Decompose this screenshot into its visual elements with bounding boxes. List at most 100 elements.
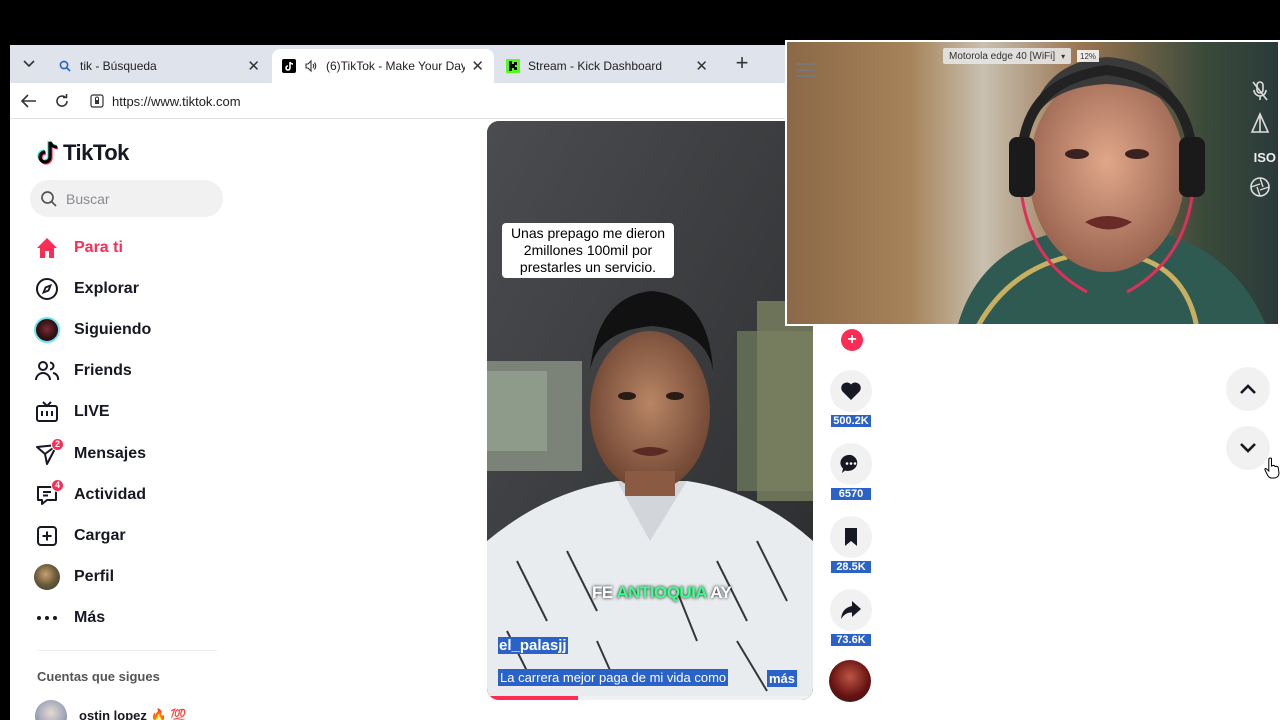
account-name: ostin lopez 🔥 💯 [79, 708, 187, 720]
nav-item-actividad[interactable]: 4 Actividad [32, 474, 151, 515]
progress-fill [487, 696, 579, 700]
kick-icon [506, 59, 520, 73]
speaker-icon[interactable] [304, 59, 318, 73]
tab-title: (6)TikTok - Make Your Day [326, 59, 466, 73]
video-subtitle: FE ANTIOQUIA AY [592, 583, 732, 603]
hand-cursor-icon [1264, 457, 1280, 484]
search-icon [58, 59, 72, 73]
nav-item-live[interactable]: LIVE [32, 392, 151, 433]
sidebar-nav: Para ti Explorar Siguiendo Friends LIVE … [32, 227, 151, 639]
close-tab-icon[interactable]: ✕ [695, 57, 708, 75]
close-tab-icon[interactable]: ✕ [247, 57, 260, 75]
nav-label: Mensajes [74, 444, 147, 462]
video-frame [487, 121, 813, 700]
chevron-up-icon [1240, 384, 1256, 394]
more-icon [32, 603, 62, 633]
video-player[interactable]: Unas prepago me dieron 2millones 100mil … [487, 121, 813, 700]
close-tab-icon[interactable]: ✕ [471, 57, 484, 75]
save-action[interactable]: 28.5K [829, 516, 873, 573]
share-action[interactable]: 73.6K [829, 589, 873, 646]
account-avatar [35, 700, 67, 720]
like-action[interactable]: 500.2K [829, 370, 873, 427]
tiktok-logo[interactable]: TikTok [36, 140, 129, 166]
search-icon [41, 190, 57, 207]
streamer-camera-feed [958, 57, 1266, 324]
nav-item-mas[interactable]: Más [32, 598, 151, 639]
back-button[interactable] [19, 91, 39, 111]
nav-item-para-ti[interactable]: Para ti [32, 227, 151, 268]
search-box[interactable] [30, 180, 223, 217]
heart-icon [841, 382, 861, 400]
url-text: https://www.tiktok.com [112, 93, 241, 109]
nav-label: Perfil [74, 568, 115, 586]
tab-title: tik - Búsqueda [80, 59, 157, 73]
messages-icon: 2 [32, 437, 64, 469]
following-account-row[interactable]: ostin lopez 🔥 💯 [35, 700, 187, 720]
aperture-icon[interactable] [1248, 176, 1272, 198]
follow-plus-button[interactable]: + [841, 329, 863, 351]
share-count: 73.6K [831, 634, 871, 646]
chevron-down-icon [1240, 443, 1256, 453]
bookmark-icon [845, 528, 857, 546]
tiktok-logo-icon [37, 140, 59, 165]
iso-label[interactable]: ISO [1254, 150, 1276, 165]
save-count: 28.5K [831, 561, 871, 573]
nav-item-cargar[interactable]: Cargar [32, 515, 151, 556]
webcam-overlay: Motorola edge 40 [WiFi] ▾ 12% ISO [785, 40, 1280, 326]
back-arrow-icon [21, 94, 36, 108]
site-info-icon[interactable] [90, 94, 104, 108]
sidebar-divider [37, 650, 217, 651]
activity-icon: 4 [32, 478, 64, 510]
chevron-down-icon [23, 60, 35, 68]
share-button[interactable] [830, 589, 872, 631]
nav-label: Cargar [74, 526, 126, 544]
tab-kick[interactable]: Stream - Kick Dashboard ✕ [496, 49, 718, 83]
tab-title: Stream - Kick Dashboard [528, 59, 663, 73]
nav-label: Para ti [74, 238, 123, 256]
avatar-icon [32, 315, 62, 345]
nav-label: Más [74, 609, 106, 627]
tab-tiktok[interactable]: (6)TikTok - Make Your Day ✕ [272, 49, 494, 83]
activity-badge: 4 [51, 478, 64, 492]
logo-text: TikTok [63, 140, 129, 165]
tiktok-icon [282, 59, 296, 73]
nav-item-explorar[interactable]: Explorar [32, 268, 151, 309]
like-count: 500.2K [831, 415, 871, 427]
exposure-icon[interactable] [1248, 112, 1272, 134]
video-progress-bar[interactable] [487, 696, 813, 700]
music-disc-avatar[interactable] [829, 660, 871, 702]
tab-search[interactable]: tik - Búsqueda ✕ [48, 49, 270, 83]
microphone-off-icon[interactable] [1248, 80, 1272, 102]
search-input[interactable] [66, 190, 206, 207]
save-button[interactable] [830, 516, 872, 558]
nav-label: Friends [74, 362, 132, 380]
camera-menu-icon[interactable] [795, 62, 817, 83]
nav-label: LIVE [74, 403, 110, 421]
comment-button[interactable] [830, 443, 872, 485]
following-section-title: Cuentas que sigues [37, 669, 160, 684]
subtitle-highlight: ANTIOQUIA [616, 583, 707, 602]
reload-button[interactable] [52, 91, 72, 111]
address-bar[interactable]: https://www.tiktok.com [80, 87, 800, 115]
nav-item-siguiendo[interactable]: Siguiendo [32, 309, 151, 350]
video-author[interactable]: el_palasjj [498, 637, 568, 654]
comment-icon [840, 454, 858, 473]
nav-label: Siguiendo [74, 320, 152, 338]
camera-device-selector[interactable]: Motorola edge 40 [WiFi] ▾ [943, 48, 1072, 64]
nav-label: Explorar [74, 279, 139, 297]
nav-item-perfil[interactable]: Perfil [32, 557, 151, 598]
new-tab-button[interactable]: + [730, 52, 754, 76]
messages-badge: 2 [51, 437, 64, 451]
comment-action[interactable]: 6570 [829, 443, 873, 500]
tab-list-button[interactable] [18, 54, 40, 74]
camera-battery-level: 12% [1077, 50, 1100, 62]
upload-icon [32, 521, 62, 551]
live-tv-icon [32, 397, 62, 427]
like-button[interactable] [830, 370, 872, 412]
nav-item-friends[interactable]: Friends [32, 351, 151, 392]
nav-label: Actividad [74, 485, 147, 503]
previous-video-button[interactable] [1226, 367, 1270, 411]
home-icon [32, 233, 62, 263]
nav-item-mensajes[interactable]: 2 Mensajes [32, 433, 151, 474]
more-link[interactable]: más [767, 670, 798, 687]
